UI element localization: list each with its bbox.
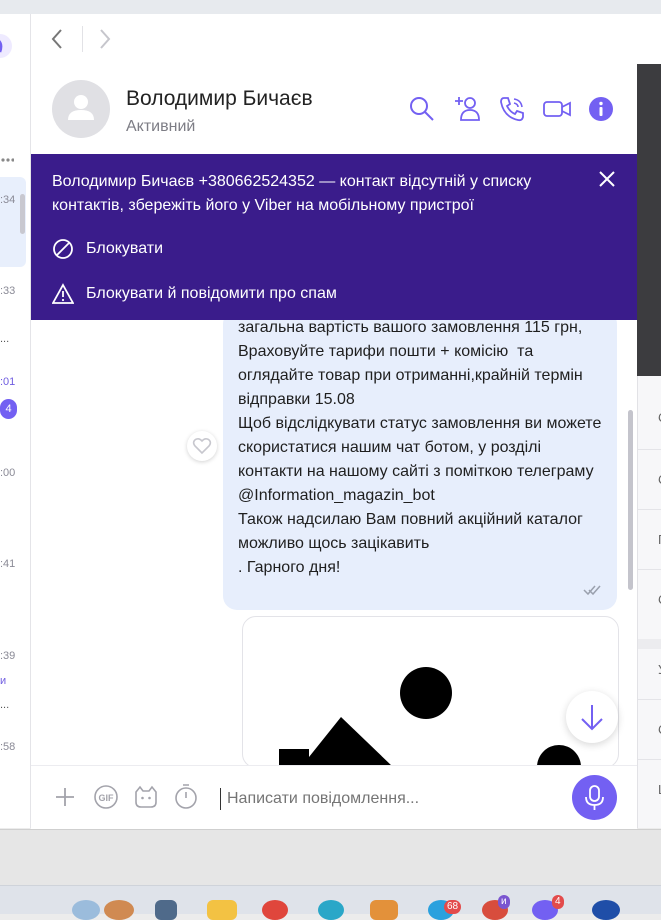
nav-divider xyxy=(82,26,83,52)
block-icon xyxy=(53,239,73,259)
chat-preview: ... xyxy=(0,699,10,711)
forward-arrow-icon[interactable] xyxy=(97,27,113,51)
divider xyxy=(638,569,661,570)
chat-time: :01 xyxy=(0,376,16,388)
taskbar-app-icon[interactable] xyxy=(104,900,134,920)
message-text: загальна вартість вашого замовлення 115 … xyxy=(238,319,602,576)
banner-text: Володимир Бичаєв +380662524352 — контакт… xyxy=(52,173,532,214)
divider xyxy=(638,509,661,510)
close-icon[interactable] xyxy=(598,170,616,188)
avatar[interactable] xyxy=(52,80,110,138)
chat-time: :58 xyxy=(0,741,16,753)
search-icon[interactable] xyxy=(408,95,436,123)
more-dots-icon[interactable] xyxy=(0,156,14,164)
desktop-background xyxy=(0,829,661,886)
image-message[interactable] xyxy=(242,616,619,768)
unread-badge: 4 xyxy=(0,399,17,419)
warning-icon xyxy=(52,283,74,304)
taskbar-app-icon[interactable] xyxy=(370,900,398,920)
taskbar-app-icon[interactable] xyxy=(72,900,100,920)
back-arrow-icon[interactable] xyxy=(49,27,65,51)
call-icon[interactable] xyxy=(498,95,526,123)
messages-scrollbar[interactable] xyxy=(628,410,633,590)
chat-preview: и xyxy=(0,675,7,687)
chat-list-panel[interactable]: :34 :33 ... :01 4 :00 :41 :39 и ... :58 xyxy=(0,14,31,828)
divider xyxy=(638,449,661,450)
chat-time: :34 xyxy=(0,194,16,206)
chat-time: :41 xyxy=(0,558,16,570)
divider xyxy=(638,759,661,760)
image-placeholder-icon xyxy=(279,667,581,767)
contact-photo-area xyxy=(637,64,661,376)
chat-preview: ... xyxy=(0,333,10,345)
calculator-icon[interactable] xyxy=(155,900,177,920)
chat-time: :00 xyxy=(0,467,16,479)
like-button[interactable] xyxy=(187,431,217,461)
block-label: Блокувати xyxy=(86,240,164,257)
voice-message-button[interactable] xyxy=(572,775,617,820)
heart-icon xyxy=(192,437,212,455)
viber-logo-icon[interactable] xyxy=(0,32,16,60)
chat-list-scrollbar[interactable] xyxy=(20,194,25,234)
video-call-icon[interactable] xyxy=(542,95,572,123)
taskbar-badge: и xyxy=(498,895,510,909)
section-gap xyxy=(638,639,661,649)
taskbar-badge: 4 xyxy=(552,895,564,909)
chrome-icon[interactable] xyxy=(262,900,288,920)
timer-icon[interactable] xyxy=(173,782,199,810)
plus-icon[interactable] xyxy=(54,786,76,808)
arrow-down-icon xyxy=(581,705,603,731)
block-button[interactable]: Блокувати xyxy=(52,238,163,260)
message-input[interactable] xyxy=(220,788,567,810)
nav-bar xyxy=(31,14,661,65)
contact-status: Активний xyxy=(126,118,196,135)
gif-icon[interactable]: GIF xyxy=(93,785,119,809)
chat-time: :33 xyxy=(0,285,16,297)
block-and-report-label: Блокувати й повідомити про спам xyxy=(86,285,337,302)
edge-icon[interactable] xyxy=(318,900,344,920)
scroll-down-button[interactable] xyxy=(566,691,618,743)
folder-icon[interactable] xyxy=(207,900,237,920)
divider xyxy=(638,699,661,700)
user-silhouette-icon xyxy=(68,95,94,120)
add-participant-icon[interactable] xyxy=(453,95,483,123)
chat-time: :39 xyxy=(0,650,16,662)
contact-name[interactable]: Володимир Бичаєв xyxy=(126,87,313,111)
microphone-icon xyxy=(585,785,604,810)
info-icon[interactable] xyxy=(588,96,614,122)
window-top-strip xyxy=(0,0,661,15)
message-seen-icon xyxy=(583,585,601,596)
sticker-icon[interactable] xyxy=(133,784,159,810)
block-and-report-button[interactable]: Блокувати й повідомити про спам xyxy=(52,283,337,305)
svg-text:GIF: GIF xyxy=(99,793,115,803)
taskbar-badge: 68 xyxy=(444,900,462,914)
taskbar-app-icon[interactable] xyxy=(592,900,620,920)
